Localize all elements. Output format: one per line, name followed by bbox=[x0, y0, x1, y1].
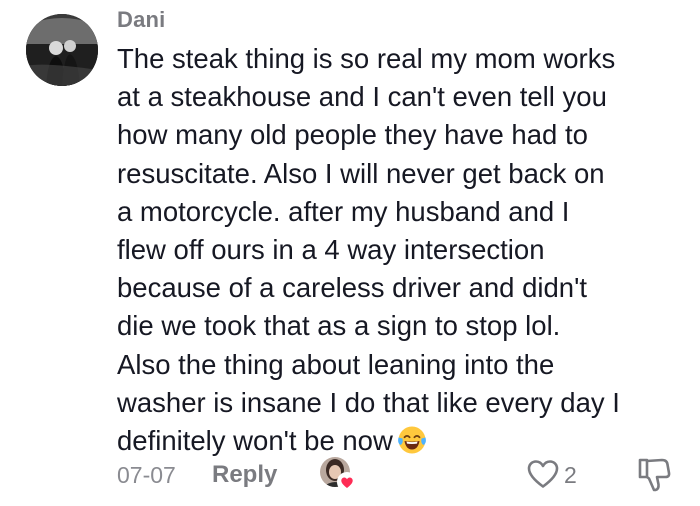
comment-text-line: flew off ours in a 4 way intersection bbox=[117, 234, 545, 266]
comment-text: The steak thing is so real my mom works … bbox=[117, 40, 687, 465]
comment-footer: 07-07 Reply 2 bbox=[117, 456, 687, 496]
comment-item: Dani The steak thing is so real my mom w… bbox=[0, 0, 700, 506]
creator-liked-indicator bbox=[320, 457, 358, 495]
comment-username[interactable]: Dani bbox=[117, 7, 165, 33]
like-button[interactable]: 2 bbox=[526, 456, 598, 492]
comment-text-line: The steak thing is so real my mom works bbox=[117, 43, 616, 74]
reply-button[interactable]: Reply bbox=[212, 461, 277, 489]
like-count: 2 bbox=[564, 462, 577, 488]
avatar[interactable] bbox=[26, 14, 98, 86]
comment-text-line: a motorcycle. after my husband and I bbox=[117, 195, 570, 227]
comment-text-line: at a steakhouse and I can't even tell yo… bbox=[117, 81, 607, 113]
comment-text-line: how many old people they have had to bbox=[117, 119, 588, 151]
thumbs-down-icon bbox=[636, 458, 672, 498]
comment-text-line: die we took that as a sign to stop lol. bbox=[117, 310, 561, 342]
comment-date: 07-07 bbox=[117, 462, 176, 488]
comment-text-line: Also the thing about leaning into the bbox=[117, 348, 555, 380]
heart-icon bbox=[337, 472, 357, 492]
comment-text-line: because of a careless driver and didn't bbox=[117, 272, 587, 304]
dislike-button[interactable] bbox=[636, 456, 676, 496]
comment-text-line: resuscitate. Also I will never get back … bbox=[117, 157, 605, 189]
comment-text-line: definitely won't be now bbox=[117, 425, 393, 457]
comment-text-line: washer is insane I do that like every da… bbox=[117, 386, 620, 418]
heart-outline-icon bbox=[526, 458, 560, 495]
avatar-photo bbox=[26, 14, 98, 86]
